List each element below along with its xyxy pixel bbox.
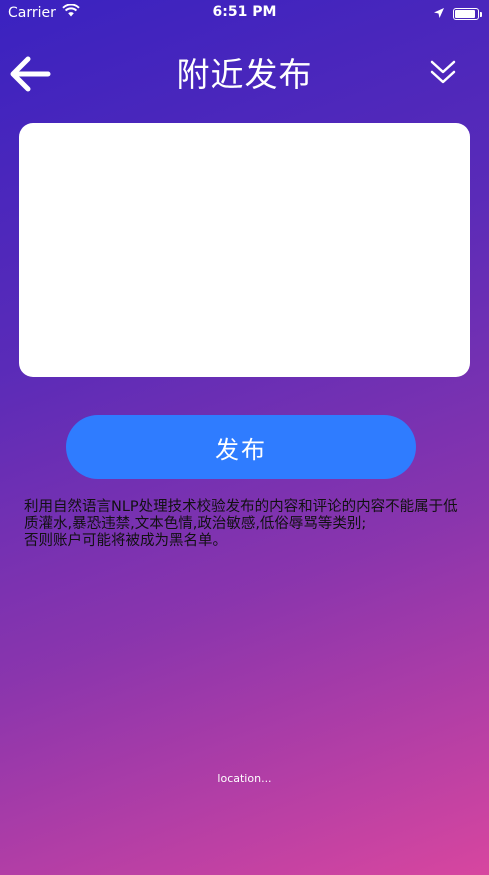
- battery-level: [455, 9, 475, 18]
- status-time: 6:51 PM: [212, 4, 277, 20]
- page-title: 附近发布: [176, 55, 313, 94]
- status-right: [433, 4, 482, 23]
- location-arrow-icon: [433, 4, 445, 23]
- publish-button[interactable]: 发布: [66, 415, 416, 479]
- nav-bar: 附近发布: [0, 36, 489, 106]
- double-chevron-down-icon: [430, 60, 456, 84]
- location-status: location...: [217, 772, 272, 785]
- notice-line-2: 否则账户可能将被成为黑名单。: [24, 533, 227, 549]
- status-bar: Carrier 6:51 PM: [0, 0, 489, 26]
- content-policy-notice: 利用自然语言NLP处理技术校验发布的内容和评论的内容不能属于低质灌水,暴恐违禁,…: [24, 499, 468, 550]
- collapse-button[interactable]: [427, 56, 459, 88]
- notice-line-1: 利用自然语言NLP处理技术校验发布的内容和评论的内容不能属于低质灌水,暴恐违禁,…: [24, 499, 458, 532]
- post-content-input[interactable]: [19, 123, 470, 377]
- battery-icon: [453, 7, 482, 20]
